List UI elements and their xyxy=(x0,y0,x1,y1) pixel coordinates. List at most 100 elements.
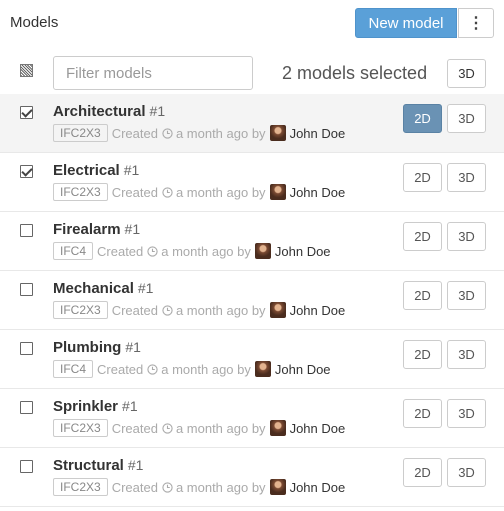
model-row: Mechanical #1 IFC2X3 Created a month ago … xyxy=(0,271,504,330)
schema-badge: IFC4 xyxy=(53,242,94,260)
model-name[interactable]: Plumbing #1 xyxy=(53,339,141,356)
model-revision: #1 xyxy=(137,280,154,296)
open-2d-button[interactable]: 2D xyxy=(403,104,442,133)
open-3d-button[interactable]: 3D xyxy=(447,281,486,310)
model-name[interactable]: Firealarm #1 xyxy=(53,221,140,238)
open-2d-button[interactable]: 2D xyxy=(403,222,442,251)
author-name: John Doe xyxy=(274,361,331,377)
model-name-text: Mechanical xyxy=(53,280,134,297)
model-meta: IFC4 Created a month ago by John Doe xyxy=(53,241,331,261)
avatar xyxy=(254,243,271,259)
model-row: Electrical #1 IFC2X3 Created a month ago … xyxy=(0,153,504,212)
avatar xyxy=(254,361,271,377)
model-revision: #1 xyxy=(123,162,140,178)
more-options-button[interactable]: ⋮ xyxy=(458,8,494,38)
model-name[interactable]: Electrical #1 xyxy=(53,162,139,179)
schema-badge: IFC2X3 xyxy=(53,419,108,437)
model-row: Sprinkler #1 IFC2X3 Created a month ago b… xyxy=(0,389,504,448)
open-3d-button[interactable]: 3D xyxy=(447,163,486,192)
toolbar: 2 models selected 3D xyxy=(0,56,504,92)
open-2d-button[interactable]: 2D xyxy=(403,281,442,310)
model-name-text: Sprinkler xyxy=(53,398,119,415)
row-checkbox[interactable] xyxy=(20,224,33,237)
row-checkbox[interactable] xyxy=(20,342,33,355)
model-name[interactable]: Sprinkler #1 xyxy=(53,398,138,415)
avatar xyxy=(269,302,286,318)
model-row: Structural #1 IFC2X3 Created a month ago … xyxy=(0,448,504,507)
model-meta: IFC2X3 Created a month ago by John Doe xyxy=(53,477,345,497)
author-name: John Doe xyxy=(274,243,331,259)
schema-badge: IFC4 xyxy=(53,360,94,378)
avatar xyxy=(269,420,286,436)
created-label: Created xyxy=(111,479,158,495)
model-revision: #1 xyxy=(125,339,141,355)
more-vertical-icon: ⋮ xyxy=(468,15,484,32)
model-list: Architectural #1 IFC2X3 Created a month a… xyxy=(0,94,504,507)
model-meta: IFC2X3 Created a month ago by John Doe xyxy=(53,123,345,143)
clock-icon xyxy=(162,127,173,139)
model-revision: #1 xyxy=(127,457,144,473)
schema-badge: IFC2X3 xyxy=(53,301,108,319)
schema-badge: IFC2X3 xyxy=(53,183,108,201)
open-selected-3d-button[interactable]: 3D xyxy=(447,59,486,88)
model-name-text: Firealarm xyxy=(53,221,121,238)
row-checkbox[interactable] xyxy=(20,460,33,473)
open-2d-button[interactable]: 2D xyxy=(403,458,442,487)
avatar xyxy=(269,125,286,141)
clock-icon xyxy=(147,245,158,257)
time-label: a month ago by xyxy=(175,479,266,495)
time-label: a month ago by xyxy=(175,125,266,141)
clock-icon xyxy=(147,363,158,375)
model-name-text: Structural xyxy=(53,457,124,474)
model-meta: IFC2X3 Created a month ago by John Doe xyxy=(53,418,345,438)
model-name-text: Electrical xyxy=(53,162,120,179)
author-name: John Doe xyxy=(289,479,346,495)
open-3d-button[interactable]: 3D xyxy=(447,104,486,133)
model-meta: IFC2X3 Created a month ago by John Doe xyxy=(53,300,345,320)
author-name: John Doe xyxy=(289,302,346,318)
open-2d-button[interactable]: 2D xyxy=(403,340,442,369)
model-name[interactable]: Architectural #1 xyxy=(53,103,165,120)
schema-badge: IFC2X3 xyxy=(53,124,108,142)
created-label: Created xyxy=(111,125,158,141)
model-revision: #1 xyxy=(149,103,166,119)
row-checkbox[interactable] xyxy=(20,283,33,296)
schema-badge: IFC2X3 xyxy=(53,478,108,496)
time-label: a month ago by xyxy=(161,361,251,377)
model-revision: #1 xyxy=(122,398,138,414)
avatar xyxy=(269,479,286,495)
new-model-button[interactable]: New model xyxy=(355,8,457,38)
row-checkbox[interactable] xyxy=(20,106,33,119)
created-label: Created xyxy=(111,184,158,200)
header: Models New model ⋮ xyxy=(0,0,504,48)
avatar xyxy=(269,184,286,200)
model-name[interactable]: Structural #1 xyxy=(53,457,143,474)
time-label: a month ago by xyxy=(175,184,266,200)
created-label: Created xyxy=(97,243,144,259)
model-revision: #1 xyxy=(124,221,141,237)
model-name-text: Plumbing xyxy=(53,339,122,356)
clock-icon xyxy=(162,481,173,493)
created-label: Created xyxy=(111,420,158,436)
time-label: a month ago by xyxy=(175,302,266,318)
model-row: Plumbing #1 IFC4 Created a month ago by J… xyxy=(0,330,504,389)
open-3d-button[interactable]: 3D xyxy=(447,399,486,428)
author-name: John Doe xyxy=(289,184,346,200)
open-3d-button[interactable]: 3D xyxy=(447,222,486,251)
model-meta: IFC2X3 Created a month ago by John Doe xyxy=(53,182,345,202)
row-checkbox[interactable] xyxy=(20,165,33,178)
page-title: Models xyxy=(10,14,59,31)
time-label: a month ago by xyxy=(161,243,251,259)
open-2d-button[interactable]: 2D xyxy=(403,399,442,428)
created-label: Created xyxy=(111,302,158,318)
time-label: a month ago by xyxy=(175,420,266,436)
model-row: Architectural #1 IFC2X3 Created a month a… xyxy=(0,94,504,153)
select-all-checkbox[interactable] xyxy=(20,64,33,77)
open-3d-button[interactable]: 3D xyxy=(447,340,486,369)
model-name[interactable]: Mechanical #1 xyxy=(53,280,153,297)
open-2d-button[interactable]: 2D xyxy=(403,163,442,192)
model-row: Firealarm #1 IFC4 Created a month ago by … xyxy=(0,212,504,271)
row-checkbox[interactable] xyxy=(20,401,33,414)
open-3d-button[interactable]: 3D xyxy=(447,458,486,487)
filter-input[interactable] xyxy=(53,56,253,90)
